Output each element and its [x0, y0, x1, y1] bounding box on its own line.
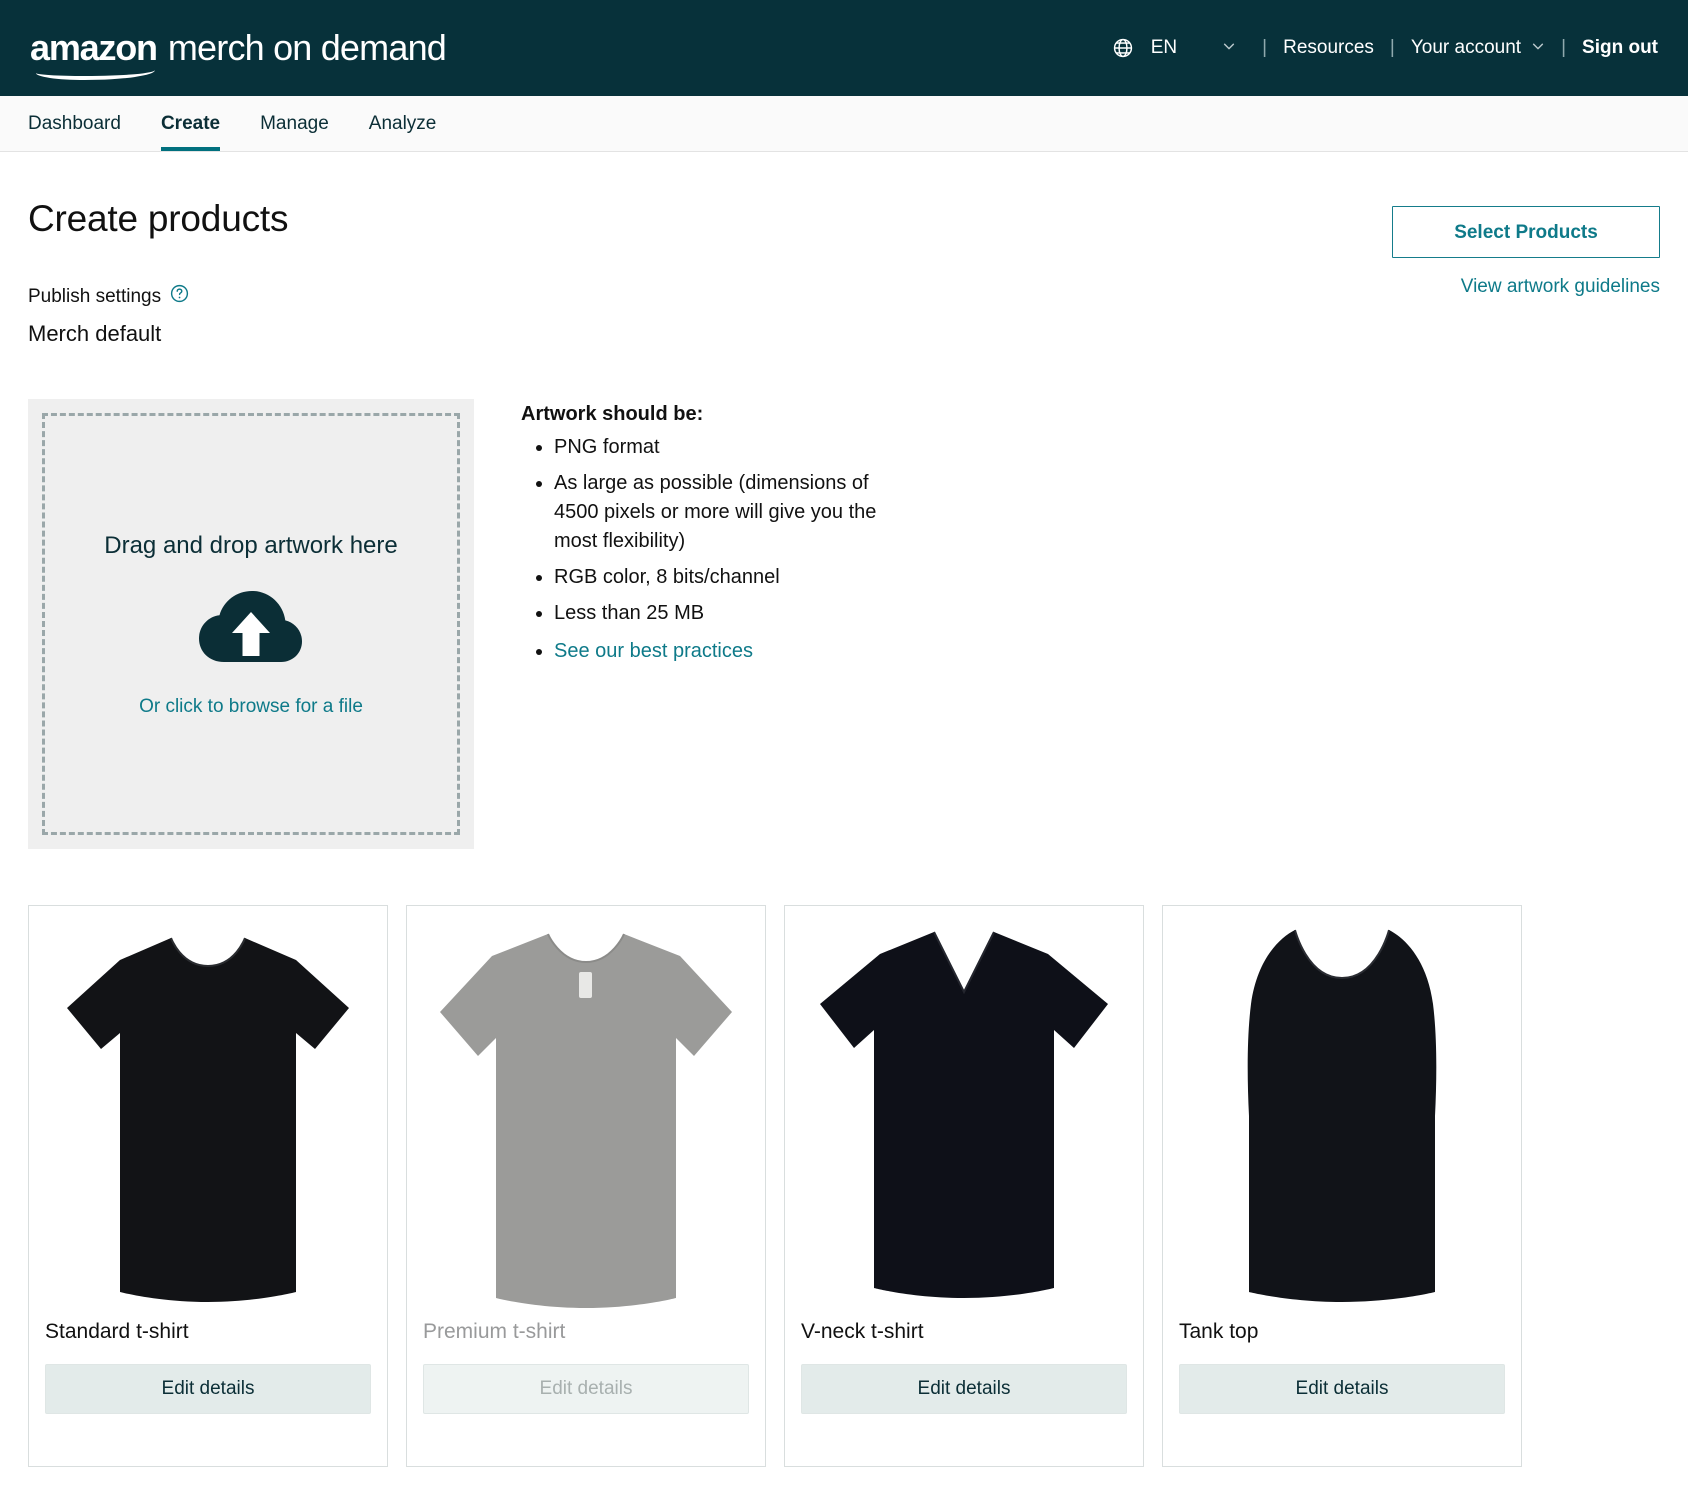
product-thumbnail: [801, 906, 1127, 1318]
top-header: amazon merch on demand EN: [0, 0, 1688, 96]
list-item: See our best practices: [554, 637, 914, 666]
question-circle-icon[interactable]: [170, 284, 189, 309]
upload-section: Drag and drop artwork here Or click to b…: [28, 399, 1660, 849]
product-card-tank-top[interactable]: Tank top Edit details: [1162, 905, 1522, 1467]
crew-tee-icon: [53, 916, 363, 1316]
view-artwork-guidelines-link[interactable]: View artwork guidelines: [1392, 276, 1660, 298]
list-item: Less than 25 MB: [554, 599, 914, 628]
top-navigation: EN | Resources | Your account |: [1112, 37, 1658, 59]
sign-out-link[interactable]: Sign out: [1582, 37, 1658, 59]
your-account-label[interactable]: Your account: [1411, 37, 1521, 59]
tank-top-icon: [1217, 916, 1467, 1316]
language-selector[interactable]: EN: [1112, 37, 1236, 59]
list-item: PNG format: [554, 433, 914, 462]
your-account-menu[interactable]: Your account: [1411, 37, 1545, 59]
cloud-upload-icon: [198, 588, 304, 668]
list-item: As large as possible (dimensions of 4500…: [554, 469, 914, 556]
artwork-requirements-list: PNG format As large as possible (dimensi…: [521, 433, 914, 666]
v-neck-tee-icon: [808, 916, 1120, 1316]
best-practices-link[interactable]: See our best practices: [554, 640, 753, 662]
publish-settings-label-row: Publish settings: [28, 284, 189, 309]
publish-settings-label: Publish settings: [28, 286, 161, 308]
premium-tee-icon: [426, 916, 746, 1316]
edit-details-button[interactable]: Edit details: [801, 1364, 1127, 1414]
product-name: V-neck t-shirt: [801, 1320, 1127, 1344]
main-content: Create products Publish settings Merch d…: [0, 198, 1688, 1467]
edit-details-button: Edit details: [423, 1364, 749, 1414]
globe-icon: [1112, 37, 1134, 59]
product-card-standard-tshirt[interactable]: Standard t-shirt Edit details: [28, 905, 388, 1467]
product-card-premium-tshirt: Premium t-shirt Edit details: [406, 905, 766, 1467]
brand-merch-text: merch on demand: [168, 27, 446, 69]
edit-details-button[interactable]: Edit details: [1179, 1364, 1505, 1414]
browse-file-link[interactable]: Or click to browse for a file: [139, 696, 363, 718]
nav-separator-3: |: [1561, 37, 1566, 59]
brand-logo[interactable]: amazon merch on demand: [30, 27, 446, 69]
artwork-requirements: Artwork should be: PNG format As large a…: [521, 399, 914, 849]
header-actions: Select Products View artwork guidelines: [1392, 206, 1660, 298]
artwork-dropzone[interactable]: Drag and drop artwork here Or click to b…: [28, 399, 474, 849]
chevron-down-icon: [1222, 37, 1236, 59]
brand-amazon-text: amazon: [30, 27, 157, 69]
product-thumbnail: [45, 906, 371, 1318]
product-thumbnail: [1179, 906, 1505, 1318]
list-item: RGB color, 8 bits/channel: [554, 563, 914, 592]
tab-manage[interactable]: Manage: [240, 96, 349, 151]
artwork-requirements-title: Artwork should be:: [521, 403, 914, 426]
product-card-vneck-tshirt[interactable]: V-neck t-shirt Edit details: [784, 905, 1144, 1467]
product-name: Standard t-shirt: [45, 1320, 371, 1344]
edit-details-button[interactable]: Edit details: [45, 1364, 371, 1414]
tab-analyze[interactable]: Analyze: [349, 96, 457, 151]
secondary-navigation: Dashboard Create Manage Analyze: [0, 96, 1688, 152]
product-thumbnail: [423, 906, 749, 1318]
app-root: amazon merch on demand EN: [0, 0, 1688, 1512]
dropzone-inner[interactable]: Drag and drop artwork here Or click to b…: [42, 413, 460, 835]
product-card-grid: Standard t-shirt Edit details Premium t-…: [28, 905, 1660, 1467]
chevron-down-icon: [1531, 37, 1545, 59]
nav-separator-1: |: [1262, 37, 1267, 59]
tab-dashboard[interactable]: Dashboard: [28, 96, 141, 151]
publish-settings-value: Merch default: [28, 321, 1660, 347]
select-products-button[interactable]: Select Products: [1392, 206, 1660, 258]
product-name: Premium t-shirt: [423, 1320, 749, 1344]
product-name: Tank top: [1179, 1320, 1505, 1344]
resources-link[interactable]: Resources: [1283, 37, 1374, 59]
dropzone-title: Drag and drop artwork here: [104, 532, 397, 560]
nav-separator-2: |: [1390, 37, 1395, 59]
language-code: EN: [1151, 37, 1177, 59]
tab-create[interactable]: Create: [141, 96, 240, 151]
